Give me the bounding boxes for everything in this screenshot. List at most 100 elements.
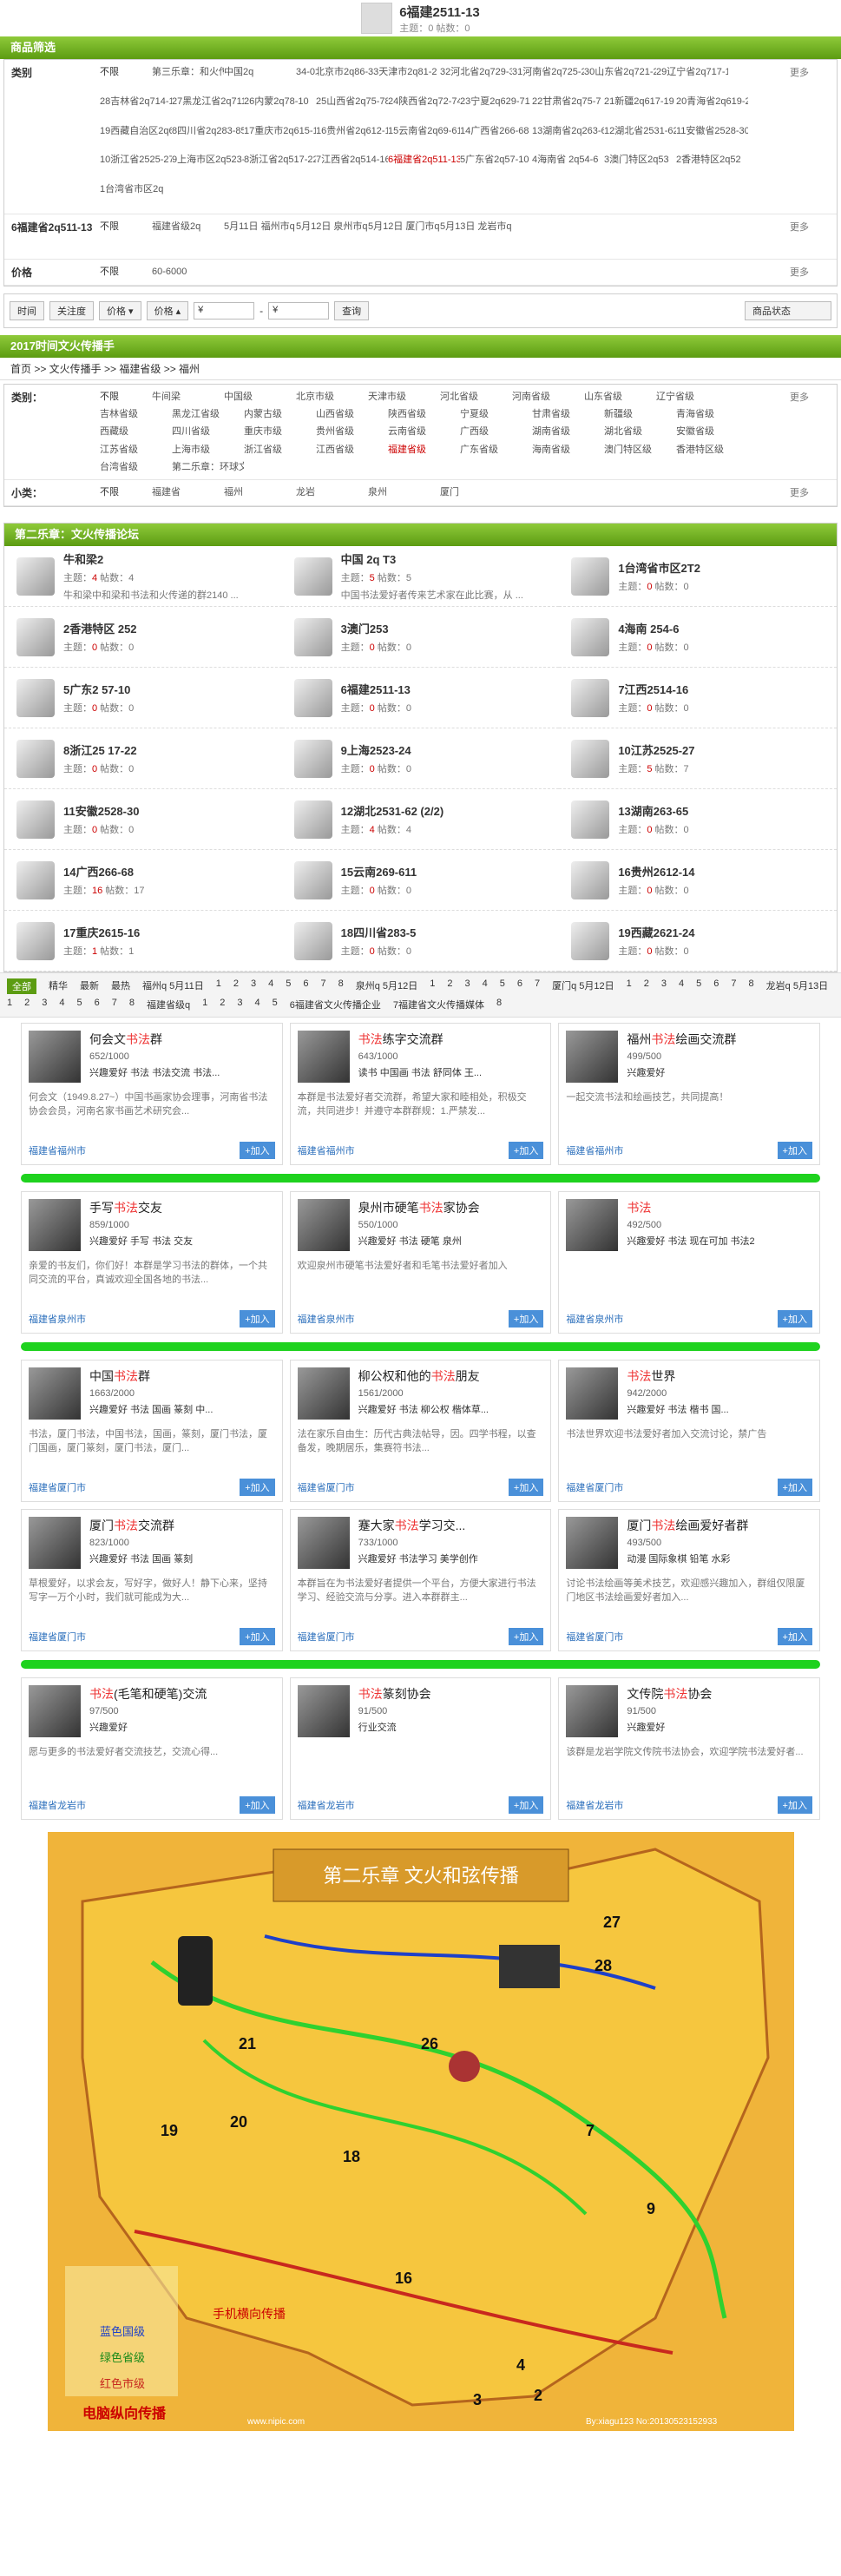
breadcrumb[interactable]: 首页 >> 文火传播手 >> 福建省级 >> 福州 — [0, 358, 841, 380]
forum-name[interactable]: 牛和梁2 — [63, 550, 239, 567]
section2-category-option[interactable]: 云南省级 — [388, 423, 460, 440]
more-button[interactable]: 更多 — [785, 260, 837, 285]
group-location[interactable]: 福建省龙岩市 — [29, 1798, 86, 1812]
forum-item[interactable]: 2香港特区 252 主题：0 帖数：0 — [4, 607, 282, 668]
forum-name[interactable]: 5广东2 57-10 — [63, 681, 134, 697]
query-button[interactable]: 查询 — [334, 301, 370, 320]
group-location[interactable]: 福建省厦门市 — [566, 1480, 623, 1494]
category-option[interactable]: 2香港特区2q52 — [676, 151, 748, 168]
group-tab[interactable]: 8 — [338, 978, 344, 994]
section2-category-option[interactable]: 广东省级 — [460, 441, 532, 458]
section2-category-option[interactable]: 内蒙古级 — [244, 405, 316, 423]
category-option[interactable]: 12湖北省2531-62 — [604, 122, 676, 140]
forum-item[interactable]: 5广东2 57-10 主题：0 帖数：0 — [4, 668, 282, 728]
section2-category-option[interactable]: 青海省级 — [676, 405, 748, 423]
group-card[interactable]: 福州书法绘画交流群 499/500 兴趣爱好 一起交流书法和绘画技艺，共同提高！ 福建省… — [558, 1023, 820, 1165]
forum-name[interactable]: 11安徽2528-30 — [63, 802, 139, 819]
forum-name[interactable]: 4海南 254-6 — [618, 620, 688, 636]
group-tab[interactable]: 1 — [202, 998, 207, 1011]
forum-item[interactable]: 16贵州2612-14 主题：0 帖数：0 — [559, 850, 837, 911]
group-tab[interactable]: 5 — [273, 998, 278, 1011]
group-tab[interactable]: 5 — [500, 978, 505, 994]
join-button[interactable]: +加入 — [240, 1628, 275, 1645]
forum-item[interactable]: 13湖南263-65 主题：0 帖数：0 — [559, 789, 837, 850]
forum-item[interactable]: 19西藏2621-24 主题：0 帖数：0 — [559, 911, 837, 972]
section2-category-option[interactable]: 台湾省级 — [100, 458, 172, 476]
group-tab[interactable]: 福州q 5月11日 — [142, 978, 204, 994]
group-card[interactable]: 厦门书法绘画爱好者群 493/500 动漫 国际象棋 铅笔 水彩 讨论书法绘画等美术技… — [558, 1509, 820, 1651]
forum-name[interactable]: 7江西2514-16 — [618, 681, 688, 697]
category-option[interactable]: 8浙江省2q517-22 — [244, 151, 316, 168]
category-option[interactable]: 22甘肃省2q75-7 — [532, 93, 604, 110]
more-button[interactable]: 更多 — [785, 214, 837, 259]
group-tab[interactable]: 3 — [465, 978, 470, 994]
section2-category-option[interactable]: 广西级 — [460, 423, 532, 440]
price-option[interactable]: 60-6000 — [152, 263, 224, 280]
join-button[interactable]: +加入 — [508, 1310, 544, 1328]
forum-name[interactable]: 15云南269-611 — [341, 863, 417, 880]
section2-category-option[interactable]: 贵州省级 — [316, 423, 388, 440]
group-tab[interactable]: 1 — [627, 978, 632, 994]
group-card[interactable]: 书法世界 942/2000 兴趣爱好 书法 楷书 国... 书法世界欢迎书法爱好者加入… — [558, 1360, 820, 1502]
category-option[interactable]: 17重庆市2q615-16 — [244, 122, 316, 140]
group-tab[interactable]: 5 — [696, 978, 701, 994]
category-option[interactable]: 34-0北京市2q86-8 — [296, 63, 368, 81]
group-tab[interactable]: 泉州q 5月12日 — [356, 978, 418, 994]
group-location[interactable]: 福建省厦门市 — [566, 1630, 623, 1644]
group-tab[interactable]: 4 — [255, 998, 260, 1011]
forum-name[interactable]: 10江苏2525-27 — [618, 741, 694, 758]
group-card[interactable]: 蹇大家书法学习交... 733/1000 兴趣爱好 书法学习 美学创作 本群旨在为书法… — [289, 1509, 552, 1651]
category-option[interactable]: 8四川省2q283-85 — [172, 122, 244, 140]
section2-category-option[interactable]: 江西省级 — [316, 441, 388, 458]
group-tab[interactable]: 福建省级q — [147, 998, 190, 1011]
sort-attention-button[interactable]: 关注度 — [49, 301, 94, 320]
province-option[interactable]: 福建省级2q — [152, 218, 224, 235]
join-button[interactable]: +加入 — [508, 1142, 544, 1159]
section2-category-option[interactable]: 中国级 — [224, 388, 296, 405]
forum-name[interactable]: 13湖南263-65 — [618, 802, 688, 819]
group-tab[interactable]: 6 — [95, 998, 100, 1011]
section2-category-option[interactable]: 福建省级 — [388, 441, 460, 458]
status-select[interactable]: 商品状态 — [745, 301, 831, 320]
group-card[interactable]: 厦门书法交流群 823/1000 兴趣爱好 书法 国画 篆刻 草根爱好，以求会友，写好… — [21, 1509, 283, 1651]
forum-item[interactable]: 12湖北2531-62 (2/2) 主题：4 帖数：4 — [281, 789, 560, 850]
group-location[interactable]: 福建省福州市 — [29, 1143, 86, 1157]
section2-category-option[interactable]: 天津市级 — [368, 388, 440, 405]
category-option[interactable]: 15云南省2q69-611 — [388, 122, 460, 140]
group-tab[interactable]: 1 — [216, 978, 221, 994]
section2-category-option[interactable]: 澳门特区级 — [604, 441, 676, 458]
group-location[interactable]: 福建省龙岩市 — [566, 1798, 623, 1812]
group-tab[interactable]: 3 — [42, 998, 47, 1011]
group-tab[interactable]: 1 — [430, 978, 435, 994]
forum-item[interactable]: 牛和梁2 主题：4 帖数：4 牛和梁中和梁和书法和火传递的群2140 ... — [4, 546, 282, 607]
group-tab[interactable]: 6福建省文火传播企业 — [290, 998, 381, 1011]
category-option[interactable]: 11安徽省2528-30 — [676, 122, 748, 140]
group-tab[interactable]: 最新 — [80, 978, 99, 994]
forum-name[interactable]: 中国 2q T3 — [341, 550, 523, 567]
group-tab[interactable]: 6 — [517, 978, 522, 994]
forum-name[interactable]: 12湖北2531-62 (2/2) — [341, 802, 444, 819]
section2-category-option[interactable]: 香港特区级 — [676, 441, 748, 458]
forum-item[interactable]: 10江苏2525-27 主题：5 帖数：7 — [559, 728, 837, 789]
forum-name[interactable]: 9上海2523-24 — [341, 741, 411, 758]
category-option[interactable]: 5广东省2q57-10 — [460, 151, 532, 168]
category-option[interactable]: 19西藏自治区2q621-24 — [100, 122, 172, 140]
forum-item[interactable]: 14广西266-68 主题：16 帖数：17 — [4, 850, 282, 911]
category-option[interactable]: 26内蒙2q78-10 — [244, 93, 316, 110]
group-tab[interactable]: 7 — [320, 978, 325, 994]
forum-item[interactable]: 7江西2514-16 主题：0 帖数：0 — [559, 668, 837, 728]
group-location[interactable]: 福建省龙岩市 — [298, 1798, 355, 1812]
join-button[interactable]: +加入 — [777, 1628, 812, 1645]
price-from-input[interactable]: ¥ — [194, 302, 255, 320]
category-option[interactable]: 27黑龙江省2q711-13 — [172, 93, 244, 110]
category-option[interactable]: 32河北省2q729-31 — [440, 63, 512, 81]
category-option[interactable]: 1台湾省市区2q — [100, 181, 172, 198]
forum-name[interactable]: 17重庆2615-16 — [63, 924, 140, 940]
group-location[interactable]: 福建省厦门市 — [29, 1480, 86, 1494]
price-to-input[interactable]: ¥ — [268, 302, 330, 320]
group-tab[interactable]: 8 — [749, 978, 754, 994]
group-tab[interactable]: 5 — [286, 978, 291, 994]
group-tab[interactable]: 2 — [220, 998, 225, 1011]
forum-name[interactable]: 14广西266-68 — [63, 863, 145, 880]
category-option[interactable]: 14广西省266-68 — [460, 122, 532, 140]
